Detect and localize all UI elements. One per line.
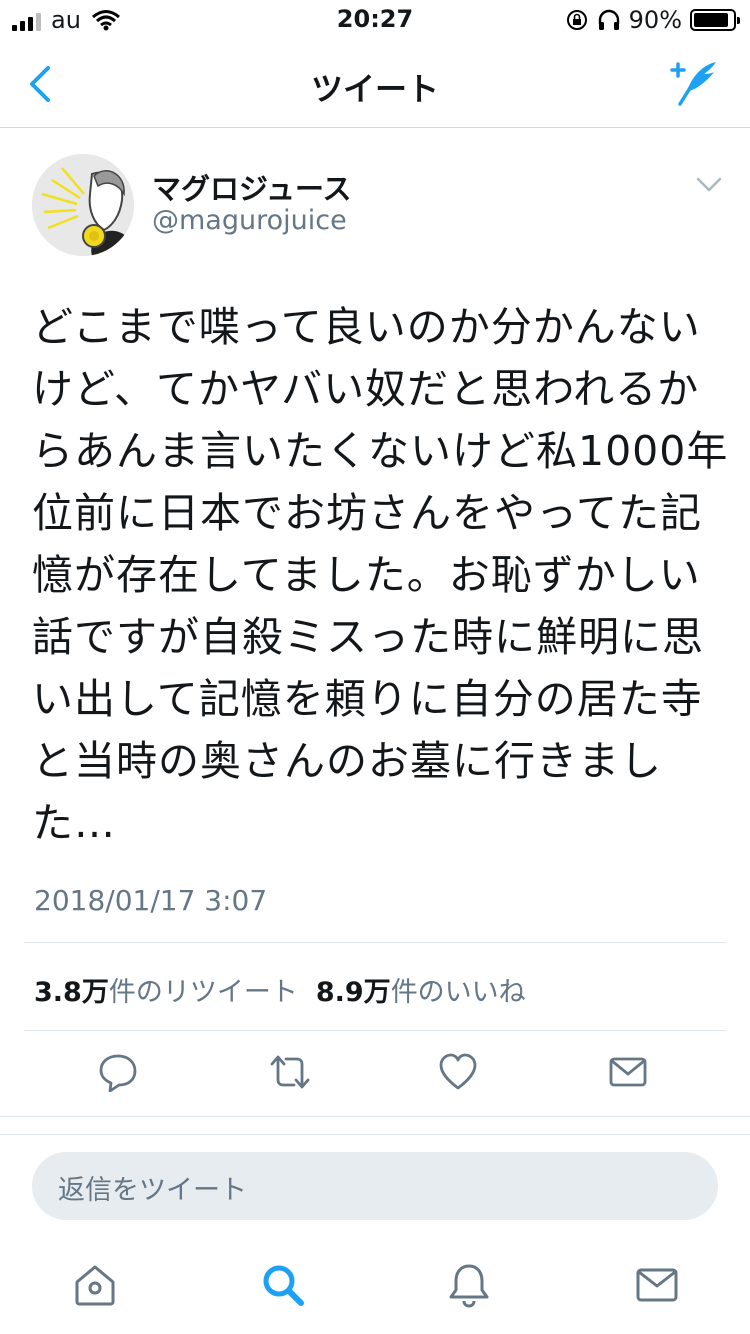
status-right: 90% — [565, 6, 740, 34]
like-heart-icon[interactable] — [438, 1052, 478, 1092]
avatar-illustration — [32, 154, 134, 256]
user-handle[interactable]: @magurojuice — [152, 205, 347, 236]
battery-percent: 90% — [628, 6, 682, 34]
nav-bar: ツイート — [0, 40, 750, 128]
compose-tweet-icon[interactable] — [668, 58, 720, 110]
like-count: 8.9万 — [315, 977, 391, 1008]
tweet-stats: 3.8万件のリツイート 8.9万件のいいね — [34, 970, 526, 1009]
home-tab-icon[interactable] — [72, 1262, 118, 1308]
retweet-icon[interactable] — [268, 1052, 312, 1092]
retweet-count: 3.8万 — [34, 977, 109, 1008]
reply-input[interactable]: 返信をツイート — [32, 1152, 718, 1220]
retweet-stat[interactable]: 3.8万件のリツイート — [34, 970, 298, 1009]
like-stat[interactable]: 8.9万件のいいね — [316, 970, 526, 1009]
like-label: 件のいいね — [390, 977, 526, 1008]
divider — [0, 1134, 750, 1135]
messages-tab-icon[interactable] — [634, 1262, 680, 1308]
tweet-actions — [0, 1044, 750, 1104]
retweet-label: 件のリツイート — [108, 977, 298, 1008]
divider — [24, 1030, 726, 1031]
divider — [0, 1116, 750, 1117]
orientation-lock-icon — [566, 10, 587, 30]
tweet-text: どこまで喋って良いのか分かんないけど、てかヤバい奴だと思われるからあんま言いたく… — [32, 303, 729, 847]
battery-fill — [694, 13, 729, 27]
search-tab-icon[interactable] — [260, 1262, 306, 1308]
direct-message-icon[interactable] — [608, 1052, 648, 1092]
avatar[interactable] — [32, 154, 134, 256]
headphones-icon — [598, 9, 619, 30]
tab-bar — [0, 1250, 750, 1334]
user-display-name[interactable]: マグロジュース — [152, 166, 352, 208]
reply-icon[interactable] — [98, 1052, 138, 1092]
reply-placeholder: 返信をツイート — [58, 1175, 247, 1206]
divider — [24, 942, 726, 943]
battery-icon — [690, 9, 740, 31]
status-bar: au 20:27 90% — [0, 0, 750, 40]
chevron-down-icon[interactable] — [696, 176, 722, 194]
notifications-tab-icon[interactable] — [446, 1262, 492, 1308]
tweet-timestamp: 2018/01/17 3:07 — [34, 884, 268, 917]
page-title: ツイート — [310, 70, 439, 108]
